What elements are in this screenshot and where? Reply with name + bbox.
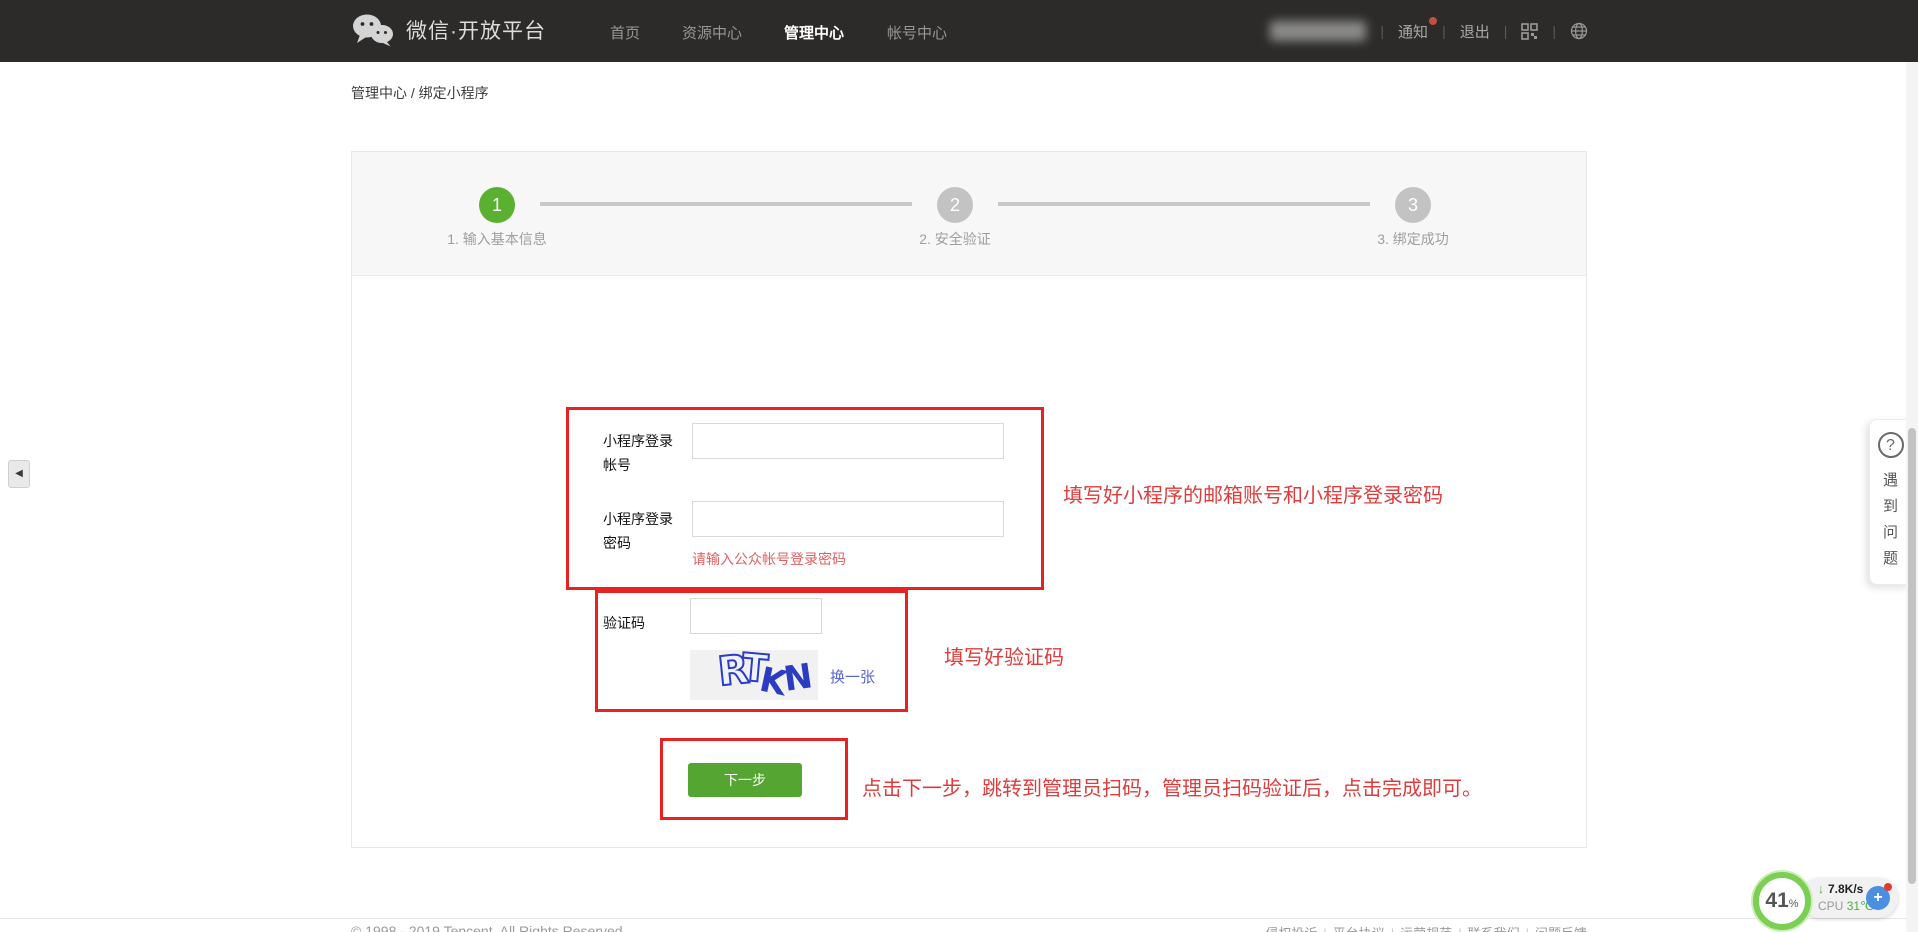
- download-arrow-icon: ↓: [1818, 882, 1824, 896]
- footer-link-feedback[interactable]: 问题反馈: [1535, 926, 1587, 932]
- notification-dot: [1429, 17, 1437, 25]
- memory-percent: 41: [1765, 889, 1788, 913]
- help-tab[interactable]: ? 遇 到 问 题: [1869, 419, 1911, 585]
- step-connector-2: [998, 202, 1370, 206]
- nav-home[interactable]: 首页: [610, 22, 640, 43]
- nav-separator: |: [1552, 23, 1556, 39]
- step-2-label: 2. 安全验证: [835, 229, 1075, 249]
- nav-separator: |: [1380, 23, 1384, 39]
- page: 微信·开放平台 首页 资源中心 管理中心 帐号中心 | 通知 | 退出 |: [0, 0, 1918, 932]
- brand[interactable]: 微信·开放平台: [352, 13, 546, 47]
- annotation-next-step: 点击下一步，跳转到管理员扫码，管理员扫码验证后，点击完成即可。: [862, 772, 1482, 801]
- step-3-label: 3. 绑定成功: [1293, 229, 1533, 249]
- step-2-circle: 2: [937, 187, 973, 223]
- footer-link-rules[interactable]: 运营规范: [1400, 926, 1452, 932]
- step-1-circle: 1: [479, 187, 515, 223]
- logout-link[interactable]: 退出: [1460, 21, 1490, 42]
- step-connector-1: [540, 202, 912, 206]
- copyright: © 1998 - 2019 Tencent. All Rights Reserv…: [351, 923, 626, 932]
- help-char: 到: [1883, 494, 1898, 520]
- scrollbar-thumb[interactable]: [1908, 428, 1916, 884]
- nav-resource-center[interactable]: 资源中心: [682, 22, 742, 43]
- memory-usage-badge[interactable]: 41%: [1753, 872, 1811, 930]
- annotation-credentials: 填写好小程序的邮箱账号和小程序登录密码: [1063, 479, 1443, 508]
- language-globe-icon[interactable]: [1570, 22, 1588, 40]
- help-char: 问: [1883, 520, 1898, 546]
- account-name-blurred[interactable]: [1270, 21, 1366, 41]
- breadcrumb[interactable]: 管理中心 / 绑定小程序: [351, 83, 489, 103]
- step-1-label: 1. 输入基本信息: [377, 229, 617, 249]
- notifications-label: 通知: [1398, 24, 1428, 41]
- footer-link-complaint[interactable]: 侵权投诉: [1265, 926, 1317, 932]
- navbar-right: | 通知 | 退出 |: [1270, 0, 1588, 62]
- top-navbar: 微信·开放平台 首页 资源中心 管理中心 帐号中心 | 通知 | 退出 |: [0, 0, 1918, 62]
- footer-link-agreement[interactable]: 平台协议: [1333, 926, 1385, 932]
- footer-divider: [0, 918, 1906, 919]
- help-char: 遇: [1883, 468, 1898, 494]
- widget-alert-dot: [1884, 883, 1892, 891]
- annotation-box-next-button: [660, 738, 848, 820]
- help-char: 题: [1883, 546, 1898, 572]
- step-3-circle: 3: [1395, 187, 1431, 223]
- cpu-temperature: CPU 31℃: [1818, 899, 1874, 913]
- nav-management-center[interactable]: 管理中心: [784, 22, 844, 43]
- footer-link-contact[interactable]: 联系我们: [1468, 926, 1520, 932]
- qr-code-icon[interactable]: [1521, 23, 1538, 40]
- nav-separator: |: [1504, 23, 1508, 39]
- annotation-box-credentials: [566, 407, 1044, 590]
- question-mark-icon: ?: [1878, 432, 1904, 458]
- notifications-link[interactable]: 通知: [1398, 21, 1428, 42]
- footer-links: 侵权投诉|平台协议|运营规范|联系我们|问题反馈: [1230, 923, 1587, 932]
- nav-account-center[interactable]: 帐号中心: [887, 22, 947, 43]
- network-speed-value: 7.8K/s: [1828, 882, 1863, 896]
- percent-sign: %: [1789, 898, 1799, 910]
- collapse-arrow-button[interactable]: ◀: [8, 460, 30, 488]
- annotation-box-captcha: [595, 590, 908, 712]
- cpu-label: CPU: [1818, 899, 1843, 913]
- annotation-captcha: 填写好验证码: [944, 641, 1064, 670]
- wechat-logo-icon: [352, 13, 394, 47]
- nav-separator: |: [1442, 23, 1446, 39]
- network-speed: ↓ 7.8K/s: [1818, 882, 1863, 896]
- brand-title: 微信·开放平台: [406, 15, 546, 45]
